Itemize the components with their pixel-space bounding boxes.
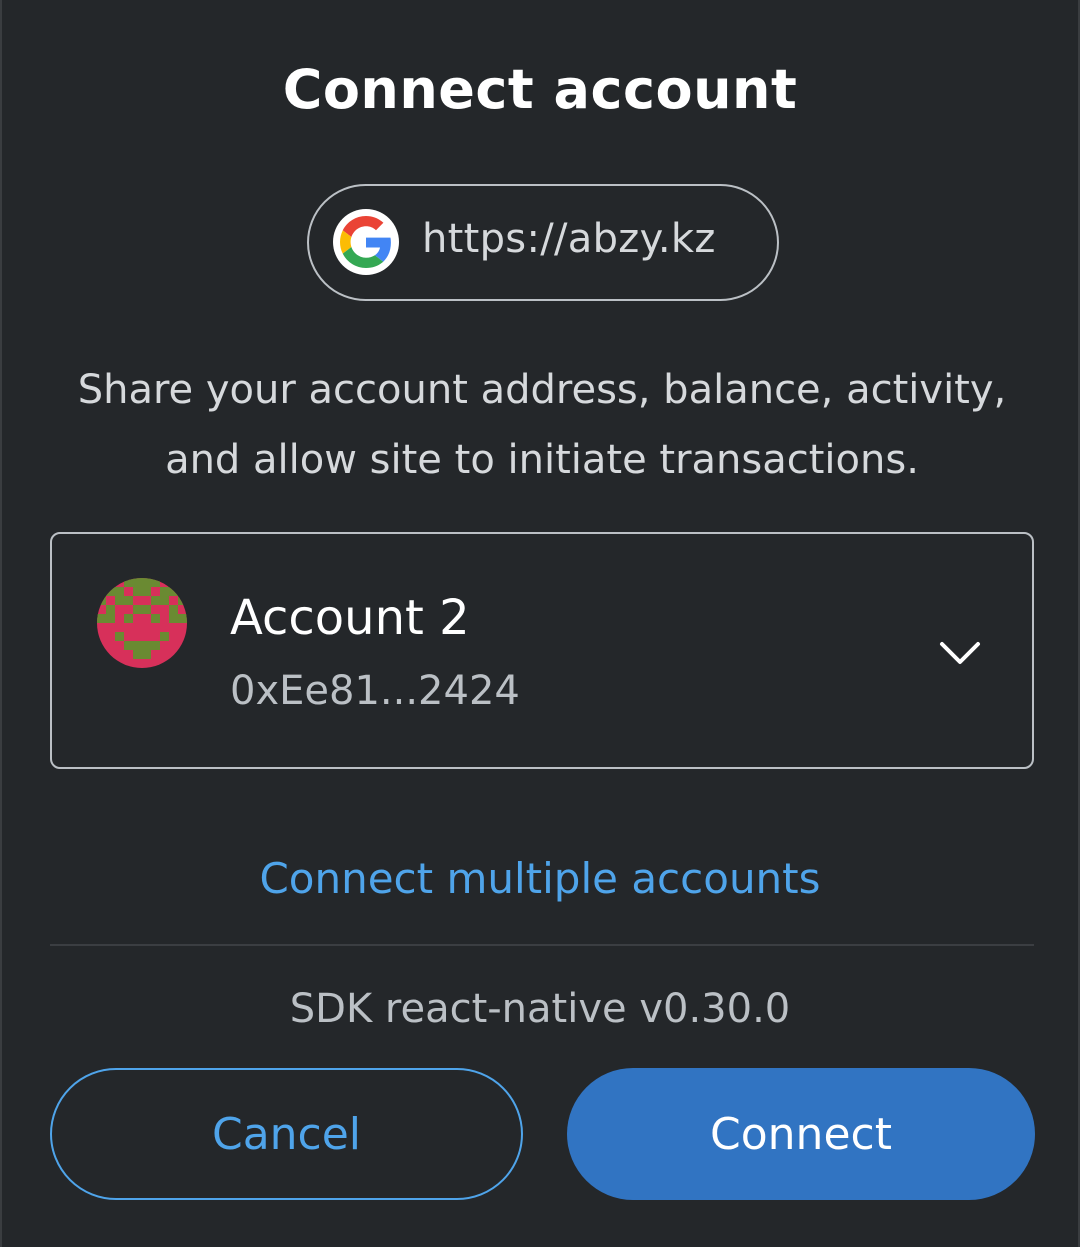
dialog-title: Connect account (282, 58, 798, 121)
permission-description: Share your account address, balance, act… (42, 355, 1042, 495)
description-line-2: and allow site to initiate transactions. (165, 437, 919, 483)
google-g-icon (333, 209, 399, 275)
description-line-1: Share your account address, balance, act… (77, 367, 1007, 413)
cancel-button[interactable]: Cancel (50, 1068, 523, 1200)
account-avatar (97, 578, 187, 668)
account-selector[interactable]: Account 2 0xEe81...2424 (50, 532, 1034, 769)
connect-button[interactable]: Connect (567, 1068, 1035, 1200)
account-name: Account 2 (230, 590, 470, 646)
account-address: 0xEe81...2424 (230, 668, 520, 714)
sdk-version: SDK react-native v0.30.0 (289, 986, 791, 1032)
site-url: https://abzy.kz (422, 216, 716, 262)
connect-multiple-accounts-link[interactable]: Connect multiple accounts (2, 854, 1078, 903)
site-origin-pill: https://abzy.kz (307, 184, 779, 301)
chevron-down-icon[interactable] (936, 632, 984, 672)
divider (50, 944, 1034, 946)
connect-account-sheet: Connect account https://abzy.kz Share yo… (0, 0, 1080, 1247)
